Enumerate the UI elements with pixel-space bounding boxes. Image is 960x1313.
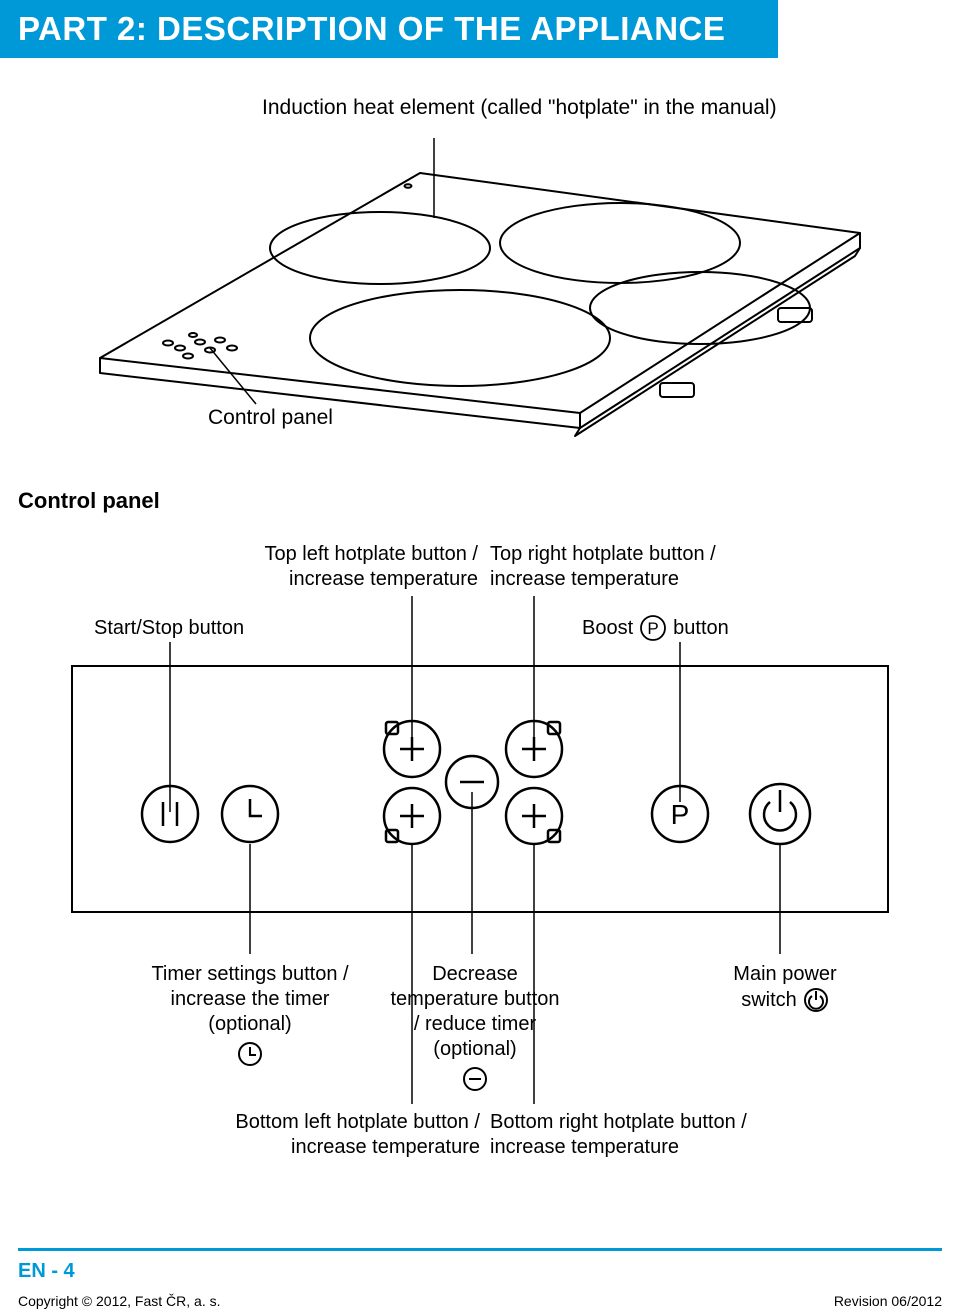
page-title: PART 2: DESCRIPTION OF THE APPLIANCE: [0, 0, 778, 58]
timer-settings-text: Timer settings button / increase the tim…: [150, 962, 350, 1037]
timer-small-icon: [237, 1041, 263, 1067]
cooktop-illustration: [60, 138, 880, 438]
control-panel-schematic: P: [70, 664, 890, 914]
decrease-temperature-text: Decrease temperature button / reduce tim…: [390, 962, 560, 1062]
appliance-illustration-area: Induction heat element (called "hotplate…: [0, 58, 960, 418]
bottom-right-hotplate-icon: [506, 788, 562, 844]
control-panel-diagram: Top left hotplate button / increase temp…: [0, 514, 960, 1214]
pause-button-icon: [142, 786, 198, 842]
svg-text:P: P: [671, 799, 690, 830]
label-bottom-left-hotplate: Bottom left hotplate button / increase t…: [200, 1110, 480, 1160]
power-small-icon: [803, 987, 829, 1013]
top-left-hotplate-icon: [384, 721, 440, 777]
hotplate-callout-label: Induction heat element (called "hotplate…: [262, 96, 777, 120]
revision-text: Revision 06/2012: [834, 1293, 942, 1309]
control-panel-callout-label: Control panel: [208, 406, 333, 430]
label-bottom-right-hotplate: Bottom right hotplate button / increase …: [490, 1110, 780, 1160]
main-power-text-1: Main power: [700, 962, 870, 987]
decrease-button-icon: [446, 756, 498, 808]
copyright-text: Copyright © 2012, Fast ČR, a. s.: [18, 1293, 221, 1309]
page-number: EN - 4: [18, 1260, 75, 1283]
label-main-power: Main power switch: [700, 962, 870, 1013]
main-power-text-2: switch: [741, 988, 797, 1013]
label-timer-settings: Timer settings button / increase the tim…: [150, 962, 350, 1074]
label-decrease-temperature: Decrease temperature button / reduce tim…: [390, 962, 560, 1099]
control-panel-heading: Control panel: [18, 488, 960, 514]
power-button-icon: [750, 784, 810, 844]
timer-button-icon: [222, 786, 278, 842]
top-right-hotplate-icon: [506, 721, 562, 777]
footer-rule: [18, 1248, 942, 1251]
minus-small-icon: [462, 1066, 488, 1092]
bottom-left-hotplate-icon: [384, 788, 440, 844]
